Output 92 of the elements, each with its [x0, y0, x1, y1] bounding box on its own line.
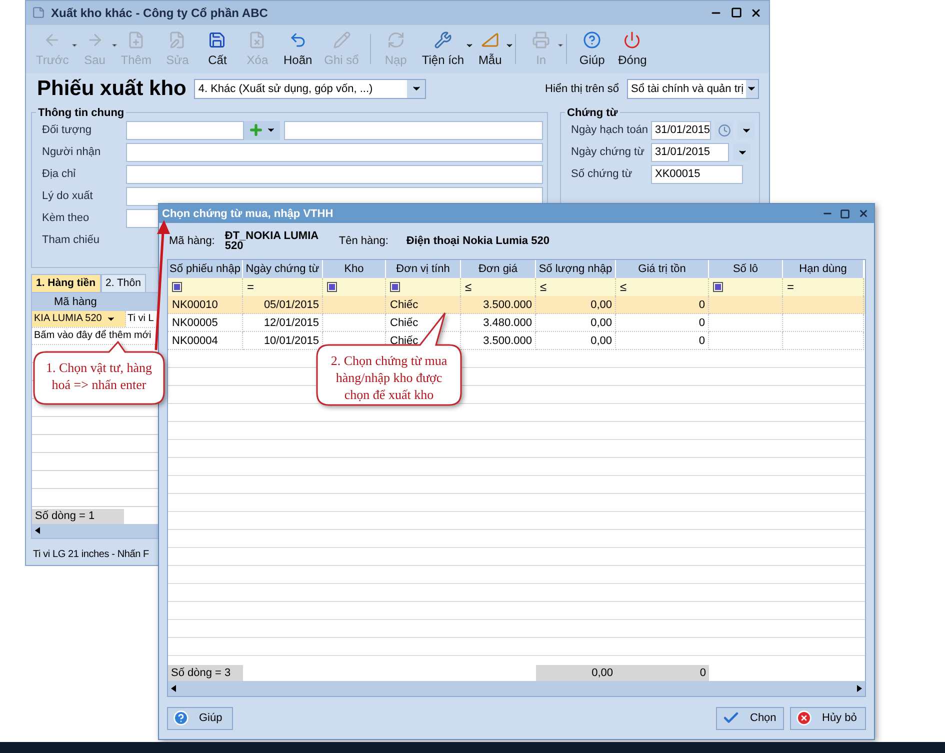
window-title: Xuất kho khác - Công ty Cổ phần ABC — [51, 6, 269, 20]
column-header[interactable]: Giá trị tồn — [616, 260, 709, 278]
column-header: Mã hàng — [54, 296, 97, 308]
column-header[interactable]: Số lô — [709, 260, 783, 278]
status-text: Ti vi LG 21 inches - Nhấn F — [32, 548, 150, 562]
toolbar-button[interactable]: Giúp — [572, 28, 612, 69]
toolbar-button[interactable]: Cất — [197, 28, 238, 69]
column-header[interactable]: Đơn giá — [461, 260, 536, 278]
scroll-right-icon — [857, 685, 862, 692]
item-code-label: Mã hàng: — [169, 235, 215, 247]
app-icon — [32, 6, 45, 20]
document-x-icon — [248, 30, 266, 49]
toolbar-button[interactable]: Hoãn — [277, 28, 318, 69]
field-label: Ngày hạch toán — [571, 124, 647, 136]
undo-icon — [288, 30, 307, 49]
total-cell: 0,00 — [536, 665, 616, 681]
tab[interactable]: 1. Hàng tiền — [31, 274, 101, 292]
field-label: Người nhận — [42, 146, 102, 158]
group-title: Thông tin chung — [37, 106, 126, 119]
scroll-left-icon — [171, 685, 176, 692]
column-header[interactable]: Số phiếu nhập — [168, 260, 243, 278]
input-field[interactable]: XK00015 — [651, 164, 743, 184]
help-icon — [173, 710, 189, 726]
document-pen-icon — [168, 30, 186, 49]
filter-icon[interactable] — [172, 282, 182, 292]
input-field[interactable] — [126, 142, 543, 162]
field-label: Lý do xuất — [42, 190, 94, 202]
item-name-label: Tên hàng: — [338, 235, 388, 247]
input-field[interactable] — [126, 120, 244, 140]
scrollbar[interactable] — [168, 681, 865, 696]
field-label: Kèm theo — [42, 212, 90, 224]
toolbar-button[interactable]: Đóng — [612, 28, 653, 69]
input-field[interactable] — [126, 186, 543, 206]
scrollbar[interactable] — [32, 524, 159, 538]
input-field[interactable]: 31/01/2015 — [651, 142, 729, 162]
filter-icon[interactable] — [713, 282, 723, 292]
field-label: Đối tượng — [42, 124, 92, 136]
save-icon — [208, 30, 226, 49]
item-code: ĐT_NOKIA LUMIA 520 — [224, 231, 320, 251]
filter-operator[interactable]: ≤ — [465, 280, 472, 294]
filter-operator[interactable]: ≤ — [620, 280, 627, 294]
cancel-button[interactable]: Hủy bỏ — [790, 706, 866, 730]
document-plus-icon — [127, 30, 146, 49]
field-label: Địa chỉ — [42, 168, 77, 180]
pencil-icon — [332, 30, 351, 49]
column-header[interactable]: Ngày chứng từ — [243, 260, 323, 278]
row-count: Số dòng = 1 — [32, 508, 124, 524]
input-field[interactable] — [126, 164, 543, 184]
power-icon — [623, 30, 642, 49]
column-header[interactable]: Hạn dùng — [783, 260, 864, 278]
field-label: Số chứng từ — [571, 168, 634, 180]
input-field[interactable] — [284, 120, 543, 140]
help-button[interactable]: Giúp — [167, 706, 233, 730]
filter-operator[interactable]: = — [787, 280, 794, 294]
toolbar-button[interactable]: Mẫu — [470, 28, 510, 69]
ok-button[interactable]: Chọn — [716, 706, 784, 730]
table-cell[interactable]: KIA LUMIA 520 — [32, 310, 126, 327]
maximize-icon[interactable] — [838, 206, 852, 220]
tab[interactable]: 2. Thôn — [100, 274, 146, 292]
plus-icon — [248, 122, 264, 138]
dialog-title: Chọn chứng từ mua, nhập VTHH — [162, 208, 334, 220]
total-cell: 0 — [616, 665, 709, 681]
filter-operator[interactable]: ≤ — [540, 280, 547, 294]
maximize-icon[interactable] — [729, 6, 743, 20]
callout-text: 1. Chọn vật tư, hàng hoá => nhấn enter — [45, 359, 153, 393]
row-count: Số dòng = 3 — [168, 665, 243, 681]
ledger-select[interactable]: Sổ tài chính và quản trị — [627, 78, 759, 99]
column-header[interactable]: Số lượng nhập — [536, 260, 616, 278]
field-label: Ngày chứng từ — [571, 146, 646, 158]
ledger-label: Hiển thị trên sổ — [545, 82, 619, 95]
item-name: Điện thoại Nokia Lumia 520 — [406, 236, 550, 246]
column-header[interactable]: Đơn vị tính — [386, 260, 461, 278]
filter-icon[interactable] — [327, 282, 337, 292]
toolbar-button[interactable]: Tiện ích — [416, 28, 470, 69]
dropdown-button[interactable] — [733, 143, 751, 162]
scroll-left-icon — [35, 527, 40, 534]
field-label: Tham chiếu — [42, 234, 100, 246]
callout-text: 2. Chọn chứng từ mua hàng/nhập kho được chọn để xuất kho — [330, 352, 448, 403]
filter-operator[interactable]: = — [247, 280, 254, 294]
clock-icon — [718, 124, 730, 137]
group-title: Chứng từ — [566, 106, 619, 119]
wrench-icon — [434, 30, 452, 49]
voucher-title: Phiếu xuất kho — [37, 76, 186, 101]
help-icon — [583, 30, 602, 49]
printer-icon — [532, 30, 550, 49]
filter-icon[interactable] — [390, 282, 400, 292]
column-header[interactable]: Kho — [323, 260, 386, 278]
input-field[interactable]: 31/01/2015 — [651, 120, 711, 140]
refresh-icon — [386, 30, 405, 49]
dropdown-button[interactable] — [737, 121, 755, 140]
cancel-icon — [796, 710, 812, 726]
voucher-type-select[interactable]: 4. Khác (Xuất sử dụng, góp vốn, ...) — [194, 78, 426, 99]
